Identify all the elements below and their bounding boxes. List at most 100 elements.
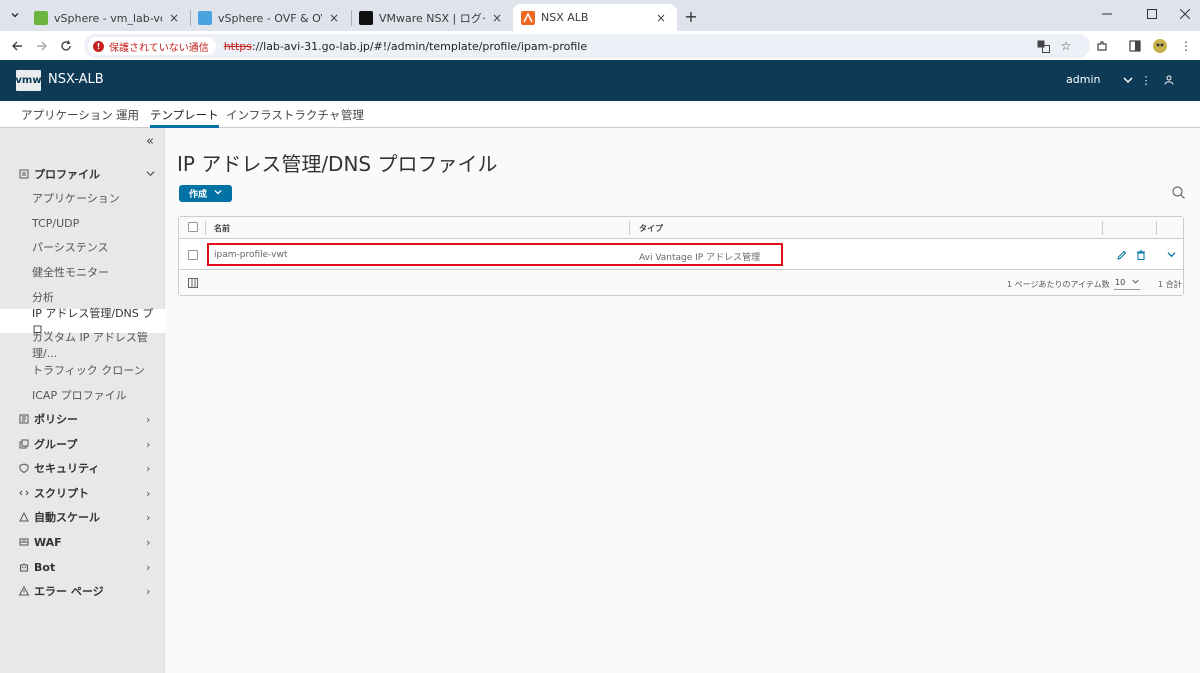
- browser-tab-vsphere-ovf[interactable]: vSphere - OVF & OVA テンプレー ×: [190, 4, 350, 31]
- sidebar-item-application[interactable]: アプリケーション: [0, 186, 165, 210]
- chevron-right-icon: ›: [146, 486, 151, 500]
- tab-search-chevron-icon[interactable]: [5, 5, 25, 25]
- chevron-right-icon: ›: [146, 437, 151, 451]
- forward-arrow-icon[interactable]: [31, 35, 53, 57]
- close-tab-icon[interactable]: ×: [653, 11, 669, 25]
- sidebar: « プロファイル アプリケーション TCP/UDP パーシステンス 健全性モニタ…: [0, 128, 165, 673]
- url-text[interactable]: https://lab-avi-31.go-lab.jp/#!/admin/te…: [224, 40, 587, 53]
- delete-trash-icon[interactable]: [1136, 250, 1146, 263]
- chevron-down-icon: [1132, 278, 1139, 287]
- more-vertical-icon[interactable]: ⋮: [1137, 71, 1155, 89]
- close-window-icon[interactable]: [1170, 4, 1200, 24]
- sidebar-item-custom-ipam[interactable]: カスタム IP アドレス管理/...: [0, 331, 165, 360]
- address-bar[interactable]: ! 保護されていない通信 https://lab-avi-31.go-lab.j…: [84, 34, 1090, 58]
- create-button[interactable]: 作成: [179, 185, 232, 202]
- browser-tab-nsx-alb[interactable]: NSX ALB ×: [513, 4, 677, 31]
- bot-icon: [18, 561, 30, 573]
- security-indicator[interactable]: ! 保護されていない通信: [88, 37, 216, 55]
- total-count: 1 合計: [1158, 280, 1182, 289]
- autoscale-icon: [18, 511, 30, 523]
- expand-row-chevron-icon[interactable]: [1167, 250, 1176, 262]
- avi-favicon-icon: [521, 10, 535, 25]
- sidebar-item-health-monitor[interactable]: 健全性モニター: [0, 260, 165, 284]
- close-tab-icon[interactable]: ×: [489, 11, 505, 25]
- chevron-right-icon: ›: [146, 510, 151, 524]
- sidebar-group-security[interactable]: セキュリティ ›: [0, 456, 165, 480]
- sidebar-group-profiles[interactable]: プロファイル: [0, 162, 165, 186]
- user-menu[interactable]: admin: [1066, 73, 1100, 86]
- sidebar-group-scripts[interactable]: スクリプト ›: [0, 481, 165, 505]
- minimize-icon[interactable]: [1092, 4, 1122, 24]
- sidebar-item-persistence[interactable]: パーシステンス: [0, 235, 165, 259]
- app-header: vmw NSX-ALB admin ⋮: [0, 60, 1200, 101]
- tab-administration[interactable]: 管理: [341, 107, 364, 128]
- profile-avatar[interactable]: [1150, 36, 1170, 56]
- shield-icon: [18, 462, 30, 474]
- search-icon[interactable]: [1170, 184, 1186, 200]
- sidebar-group-error-page[interactable]: エラー ページ ›: [0, 579, 165, 603]
- edit-pencil-icon[interactable]: [1117, 250, 1127, 263]
- column-header-name[interactable]: 名前: [214, 223, 230, 234]
- select-all-checkbox[interactable]: [188, 222, 198, 232]
- sidebar-item-traffic-clone[interactable]: トラフィック クローン: [0, 358, 165, 382]
- grid-header: 名前 タイプ: [179, 217, 1183, 239]
- translate-icon[interactable]: [1034, 37, 1052, 55]
- sidebar-group-autoscale[interactable]: 自動スケール ›: [0, 505, 165, 529]
- browser-menu-icon[interactable]: ⋮: [1176, 36, 1196, 56]
- sidebar-group-groups[interactable]: グループ ›: [0, 432, 165, 456]
- waf-icon: [18, 536, 30, 548]
- column-toggle-icon[interactable]: [188, 277, 198, 291]
- nsx-favicon-icon: [359, 10, 373, 25]
- chevron-right-icon: ›: [146, 560, 151, 574]
- close-tab-icon[interactable]: ×: [326, 11, 342, 25]
- maximize-icon[interactable]: [1137, 4, 1167, 24]
- close-tab-icon[interactable]: ×: [166, 11, 182, 25]
- browser-tab-vsphere-vm[interactable]: vSphere - vm_lab-vc-03 - 仮想マ ×: [26, 4, 190, 31]
- per-page-label: 1 ページあたりのアイテム数: [1007, 280, 1110, 289]
- browser-tab-nsx-login[interactable]: VMware NSX | ログイン ×: [351, 4, 513, 31]
- browser-tab-strip: vSphere - vm_lab-vc-03 - 仮想マ × vSphere -…: [0, 0, 1200, 31]
- column-divider: [629, 221, 630, 235]
- vsphere-favicon-icon: [34, 10, 48, 25]
- per-page-select[interactable]: 10: [1114, 276, 1140, 290]
- tab-operations[interactable]: 運用: [116, 107, 139, 128]
- chevron-down-icon: [146, 168, 155, 181]
- collapse-sidebar-icon[interactable]: «: [146, 134, 154, 149]
- policy-icon: [18, 413, 30, 425]
- new-tab-button[interactable]: +: [680, 5, 702, 27]
- sidebar-group-policies[interactable]: ポリシー ›: [0, 407, 165, 431]
- sidebar-item-icap[interactable]: ICAP プロファイル: [0, 383, 165, 407]
- chevron-right-icon: ›: [146, 412, 151, 426]
- browser-toolbar: ! 保護されていない通信 https://lab-avi-31.go-lab.j…: [0, 31, 1200, 60]
- sidebar-item-tcp-udp[interactable]: TCP/UDP: [0, 211, 165, 235]
- tab-templates[interactable]: テンプレート: [150, 107, 219, 128]
- vsphere-favicon-icon: [198, 10, 212, 25]
- app-name: NSX-ALB: [48, 72, 104, 87]
- highlight-annotation: [207, 243, 783, 266]
- reload-icon[interactable]: [55, 35, 77, 57]
- page-title: IP アドレス管理/DNS プロファイル: [177, 152, 498, 176]
- column-divider: [205, 221, 206, 235]
- sidebar-group-bot[interactable]: Bot ›: [0, 555, 165, 579]
- chevron-down-icon[interactable]: [1119, 71, 1137, 89]
- bookmark-star-icon[interactable]: ☆: [1057, 37, 1075, 55]
- warning-triangle-icon: [18, 585, 30, 597]
- column-divider: [1156, 221, 1157, 235]
- tab-applications[interactable]: アプリケーション: [21, 107, 113, 128]
- chevron-down-icon: [214, 188, 222, 199]
- chevron-right-icon: ›: [146, 535, 151, 549]
- column-header-type[interactable]: タイプ: [639, 223, 663, 234]
- user-icon[interactable]: [1160, 71, 1178, 89]
- code-icon: [18, 487, 30, 499]
- back-arrow-icon[interactable]: [6, 35, 28, 57]
- tab-infrastructure[interactable]: インフラストラクチャ: [226, 107, 340, 128]
- main-nav: アプリケーション 運用 テンプレート インフラストラクチャ 管理: [0, 101, 1200, 128]
- side-panel-icon[interactable]: [1125, 36, 1145, 56]
- main-content: IP アドレス管理/DNS プロファイル 作成 名前 タイプ ipam-prof…: [165, 128, 1200, 673]
- profile-icon: [18, 168, 30, 180]
- column-divider: [1102, 221, 1103, 235]
- row-checkbox[interactable]: [188, 250, 198, 260]
- chevron-right-icon: ›: [146, 584, 151, 598]
- extensions-icon[interactable]: [1092, 36, 1112, 56]
- sidebar-group-waf[interactable]: WAF ›: [0, 530, 165, 554]
